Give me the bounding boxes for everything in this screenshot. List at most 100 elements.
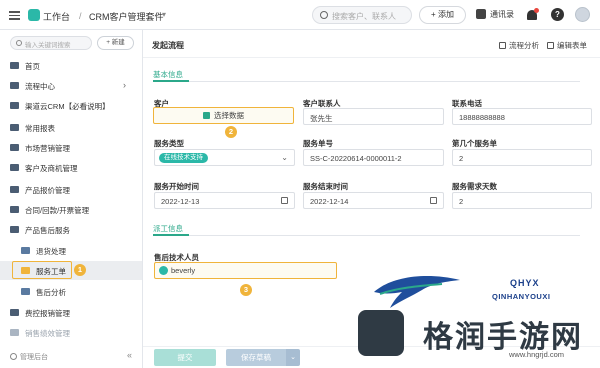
admin-label: 管理后台 xyxy=(20,354,48,361)
nth-order-label: 第几个服务单 xyxy=(452,139,497,148)
sidebar-item-after-sales[interactable]: 产品售后服务 xyxy=(0,220,142,239)
workbench-app-icon[interactable] xyxy=(28,9,40,21)
chart-icon xyxy=(21,288,30,295)
nth-order-field[interactable]: 2 xyxy=(452,149,592,166)
end-time-value: 2022-12-14 xyxy=(310,197,349,206)
new-button[interactable]: + 新建 xyxy=(97,36,134,50)
section-underline xyxy=(153,80,189,82)
flow-analysis-label: 流程分析 xyxy=(509,41,539,50)
sidebar-item-service-ticket[interactable]: 服务工单 1 xyxy=(0,261,142,280)
sidebar-item-performance[interactable]: 销售绩效管理 xyxy=(0,323,142,342)
contact-field[interactable]: 张先生 xyxy=(303,108,444,125)
section-divider xyxy=(153,235,580,236)
tech-staff-value: beverly xyxy=(171,266,196,275)
contacts-button[interactable]: 通讯录 xyxy=(476,9,514,20)
calendar-icon xyxy=(281,197,288,204)
edit-form-button[interactable]: 编辑表单 xyxy=(547,40,587,51)
menu-icon[interactable] xyxy=(9,9,20,20)
tech-staff-field[interactable]: beverly xyxy=(154,262,337,279)
annotation-badge-3: 3 xyxy=(240,284,252,296)
game-logo-image xyxy=(374,276,460,308)
help-icon[interactable]: ? xyxy=(551,8,564,21)
service-type-select[interactable]: 在线技术支持 ⌄ xyxy=(154,149,295,166)
top-bar: 工作台 / CRM客户管理套件 ▾ 搜索客户、联系人 + 添加 通讯录 ? xyxy=(0,0,600,30)
flow-analysis-button[interactable]: 流程分析 xyxy=(499,40,539,51)
collapse-sidebar-icon[interactable]: « xyxy=(127,350,132,360)
annotation-badge-2: 2 xyxy=(225,126,237,138)
user-avatar-icon xyxy=(159,266,168,275)
header-divider xyxy=(143,57,600,58)
days-label: 服务需求天数 xyxy=(452,182,497,191)
sidebar-item-reports[interactable]: 常用报表 xyxy=(0,118,142,137)
watermark-url: www.hngrjd.com xyxy=(509,350,565,359)
start-time-field[interactable]: 2022-12-13 xyxy=(154,192,295,209)
sidebar-item-expense[interactable]: 费控报销管理 xyxy=(0,303,142,322)
workbench-link[interactable]: 工作台 xyxy=(43,10,70,23)
end-time-label: 服务结束时间 xyxy=(303,182,348,191)
home-icon xyxy=(10,62,19,69)
avatar[interactable] xyxy=(575,7,590,22)
folder-icon xyxy=(10,164,19,171)
sidebar-item-marketing[interactable]: 市场营销管理 xyxy=(0,138,142,157)
end-time-field[interactable]: 2022-12-14 xyxy=(303,192,444,209)
sidebar-item-customers[interactable]: 客户及商机管理 xyxy=(0,158,142,177)
watermark-logo-icon xyxy=(358,310,404,356)
user-chip: beverly xyxy=(159,266,195,275)
section-underline xyxy=(153,234,189,236)
logo-subtitle: QINHANYOUXI xyxy=(492,292,551,301)
sidebar-item-after-sales-analysis[interactable]: 售后分析 xyxy=(0,282,142,301)
gear-icon xyxy=(10,353,17,360)
folder-icon xyxy=(10,186,19,193)
sidebar-item-label: 客户及商机管理 xyxy=(25,164,78,173)
sidebar-item-label: 服务工单 xyxy=(36,267,66,276)
submit-button[interactable]: 提交 xyxy=(154,349,216,366)
sidebar-item-label: 销售绩效管理 xyxy=(25,329,70,338)
sidebar-search-placeholder: 输入关键词搜索 xyxy=(25,42,71,49)
document-icon xyxy=(10,102,19,109)
search-icon xyxy=(320,11,328,19)
sidebar-search-input[interactable]: 输入关键词搜索 xyxy=(10,36,92,50)
sidebar-item-returns[interactable]: 退货处理 xyxy=(0,241,142,260)
start-time-label: 服务开始时间 xyxy=(154,182,199,191)
select-data-label: 选择数据 xyxy=(214,111,244,120)
save-draft-button[interactable]: 保存草稿 xyxy=(226,349,286,366)
global-search-input[interactable]: 搜索客户、联系人 xyxy=(312,6,412,24)
sidebar-item-label: 常用报表 xyxy=(25,124,55,133)
search-placeholder: 搜索客户、联系人 xyxy=(332,12,396,21)
add-button[interactable]: + 添加 xyxy=(419,6,466,24)
folder-icon xyxy=(10,329,19,336)
chevron-right-icon: › xyxy=(123,80,126,90)
analysis-icon xyxy=(499,42,506,49)
chevron-down-icon[interactable]: ⌄ xyxy=(286,349,300,366)
order-no-field[interactable]: SS-C-20220614-0000011-2 xyxy=(303,149,444,166)
sidebar-item-label: 产品报价管理 xyxy=(25,186,70,195)
admin-link[interactable]: 管理后台 xyxy=(10,352,48,362)
sidebar-item-label: 市场营销管理 xyxy=(25,144,70,153)
chevron-down-icon: ⌄ xyxy=(281,153,288,162)
start-time-value: 2022-12-13 xyxy=(161,197,200,206)
sidebar-item-contracts[interactable]: 合同/回款/开票管理 xyxy=(0,200,142,219)
notification-bell-icon[interactable] xyxy=(526,8,539,21)
edit-icon xyxy=(547,42,554,49)
sidebar-item-crm-guide[interactable]: 渠道云CRM【必看说明】 xyxy=(0,96,142,115)
chevron-down-icon[interactable]: ▾ xyxy=(162,10,166,19)
annotation-badge-1: 1 xyxy=(74,264,86,276)
sidebar-item-flow-center[interactable]: 流程中心 › xyxy=(0,76,142,95)
sidebar-item-home[interactable]: 首页 xyxy=(0,56,142,75)
calendar-icon xyxy=(430,197,437,204)
folder-icon xyxy=(10,206,19,213)
sidebar-item-label: 首页 xyxy=(25,62,40,71)
section-dispatch-info: 派工信息 xyxy=(153,224,183,233)
breadcrumb-separator: / xyxy=(79,11,82,21)
contacts-label: 通讯录 xyxy=(490,10,514,19)
days-field[interactable]: 2 xyxy=(452,192,592,209)
document-icon xyxy=(21,247,30,254)
breadcrumb-suite[interactable]: CRM客户管理套件 xyxy=(89,10,164,23)
edit-form-label: 编辑表单 xyxy=(557,41,587,50)
contacts-icon xyxy=(476,9,486,19)
sidebar-item-label: 合同/回款/开票管理 xyxy=(25,206,90,215)
phone-field[interactable]: 18888888888 xyxy=(452,108,592,125)
sidebar-item-quotes[interactable]: 产品报价管理 xyxy=(0,180,142,199)
select-data-button[interactable]: 选择数据 xyxy=(153,107,294,124)
logo-text: QHYX xyxy=(510,278,540,288)
